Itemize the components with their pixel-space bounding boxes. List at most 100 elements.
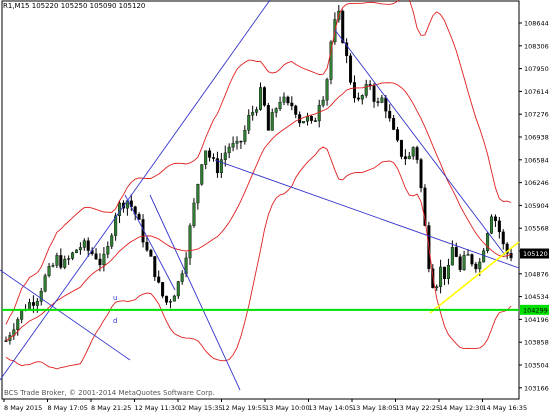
candle-body [290,102,294,107]
candle-body [106,246,110,255]
candle-body [223,152,227,160]
candle-body [82,240,86,248]
candle-body [259,87,263,110]
candle-body [294,105,298,115]
price-label: 106246 [524,179,549,187]
candle-body [490,216,494,234]
candle-body [372,85,376,102]
candle-body [341,10,345,43]
candle-body [208,150,212,158]
trendline[interactable] [0,269,131,361]
candle-body [243,130,247,142]
high-value: 105250 [60,2,88,10]
candle-body [501,231,505,245]
current-price-label: 105120 [523,250,548,258]
candle-body [403,156,407,160]
candle-body [153,256,157,278]
time-label: 12 May 15:35 [178,404,223,412]
candle-body [349,55,353,83]
candle-body [415,147,419,160]
time-label: 14 May 16:35 [483,404,528,412]
candle-body [78,247,82,251]
symbol-header: R1,M15 105220 105250 105090 105120 [3,2,145,10]
candle-body [86,240,90,251]
low-value: 105090 [89,2,117,10]
candle-body [4,340,8,342]
candle-body [458,256,462,270]
candle-body [176,281,180,297]
candle-body [71,252,75,259]
candle-body [247,114,251,131]
candle-body [98,258,102,266]
candle-body [255,109,259,113]
candle-body [212,157,216,159]
time-label: 12 May 19:55 [222,404,267,412]
candle-body [102,253,106,266]
plot-frame [1,0,520,400]
candle-body [364,84,368,96]
candle-body [321,99,325,106]
candle-body [411,147,415,157]
candle-body [474,263,478,270]
candle-body [200,164,204,185]
candle-body [94,253,98,260]
trendline[interactable] [124,194,176,291]
price-label: 107614 [524,88,549,96]
candle-body [454,247,458,257]
close-value: 105120 [118,2,146,10]
candle-body [376,101,380,103]
candle-body [274,108,278,113]
candle-body [165,295,169,303]
candle-body [137,214,141,220]
price-label: 106938 [524,134,549,142]
candle-body [356,97,360,100]
candle-body [47,266,51,276]
candle-body [446,264,450,279]
candle-body [466,254,470,256]
candle-body [16,319,20,331]
candle-body [168,301,172,303]
candle-body [317,105,321,122]
candle-body [470,254,474,265]
candle-body [35,301,39,306]
candle-body [266,105,270,131]
symbol-name: R1,M15 [3,2,30,10]
candle-body [482,250,486,263]
order-marker-label: u [113,294,117,302]
candle-body [20,309,24,320]
price-label: 108644 [524,20,549,28]
candle-body [231,143,235,148]
candle-body [161,282,165,297]
candle-body [309,116,313,121]
price-label: 103504 [524,362,549,370]
candle-body [435,286,439,288]
candle-body [59,255,63,268]
candle-body [235,140,239,144]
chart-canvas[interactable]: u d 108644 108306 107950 107614 107276 106938 10… [0,0,550,413]
price-label: 104876 [524,270,549,278]
candle-body [262,87,266,106]
chart-window[interactable]: u d 108644 108306 107950 107614 107276 106938 10… [0,0,550,413]
time-label: 12 May 11:30 [135,404,180,412]
candle-body [388,110,392,119]
bollinger-middle-band [5,82,512,342]
candle-body [439,266,443,287]
candle-body [450,247,454,266]
candle-body [282,96,286,103]
price-label: 105568 [524,225,549,233]
candle-body [157,276,161,283]
time-label: 14 May 12:30 [439,404,484,412]
candle-body [118,202,122,216]
time-label: 13 May 10:00 [265,404,310,412]
candle-body [443,266,447,279]
price-label: 108306 [524,42,549,50]
candle-body [51,265,55,267]
price-label: 104196 [524,316,549,324]
candle-body [188,225,192,259]
candle-body [239,140,243,143]
candle-body [286,96,290,104]
trendline[interactable] [0,0,271,381]
candle-body [192,202,196,227]
candle-body [67,258,71,260]
trendline[interactable] [334,29,506,256]
